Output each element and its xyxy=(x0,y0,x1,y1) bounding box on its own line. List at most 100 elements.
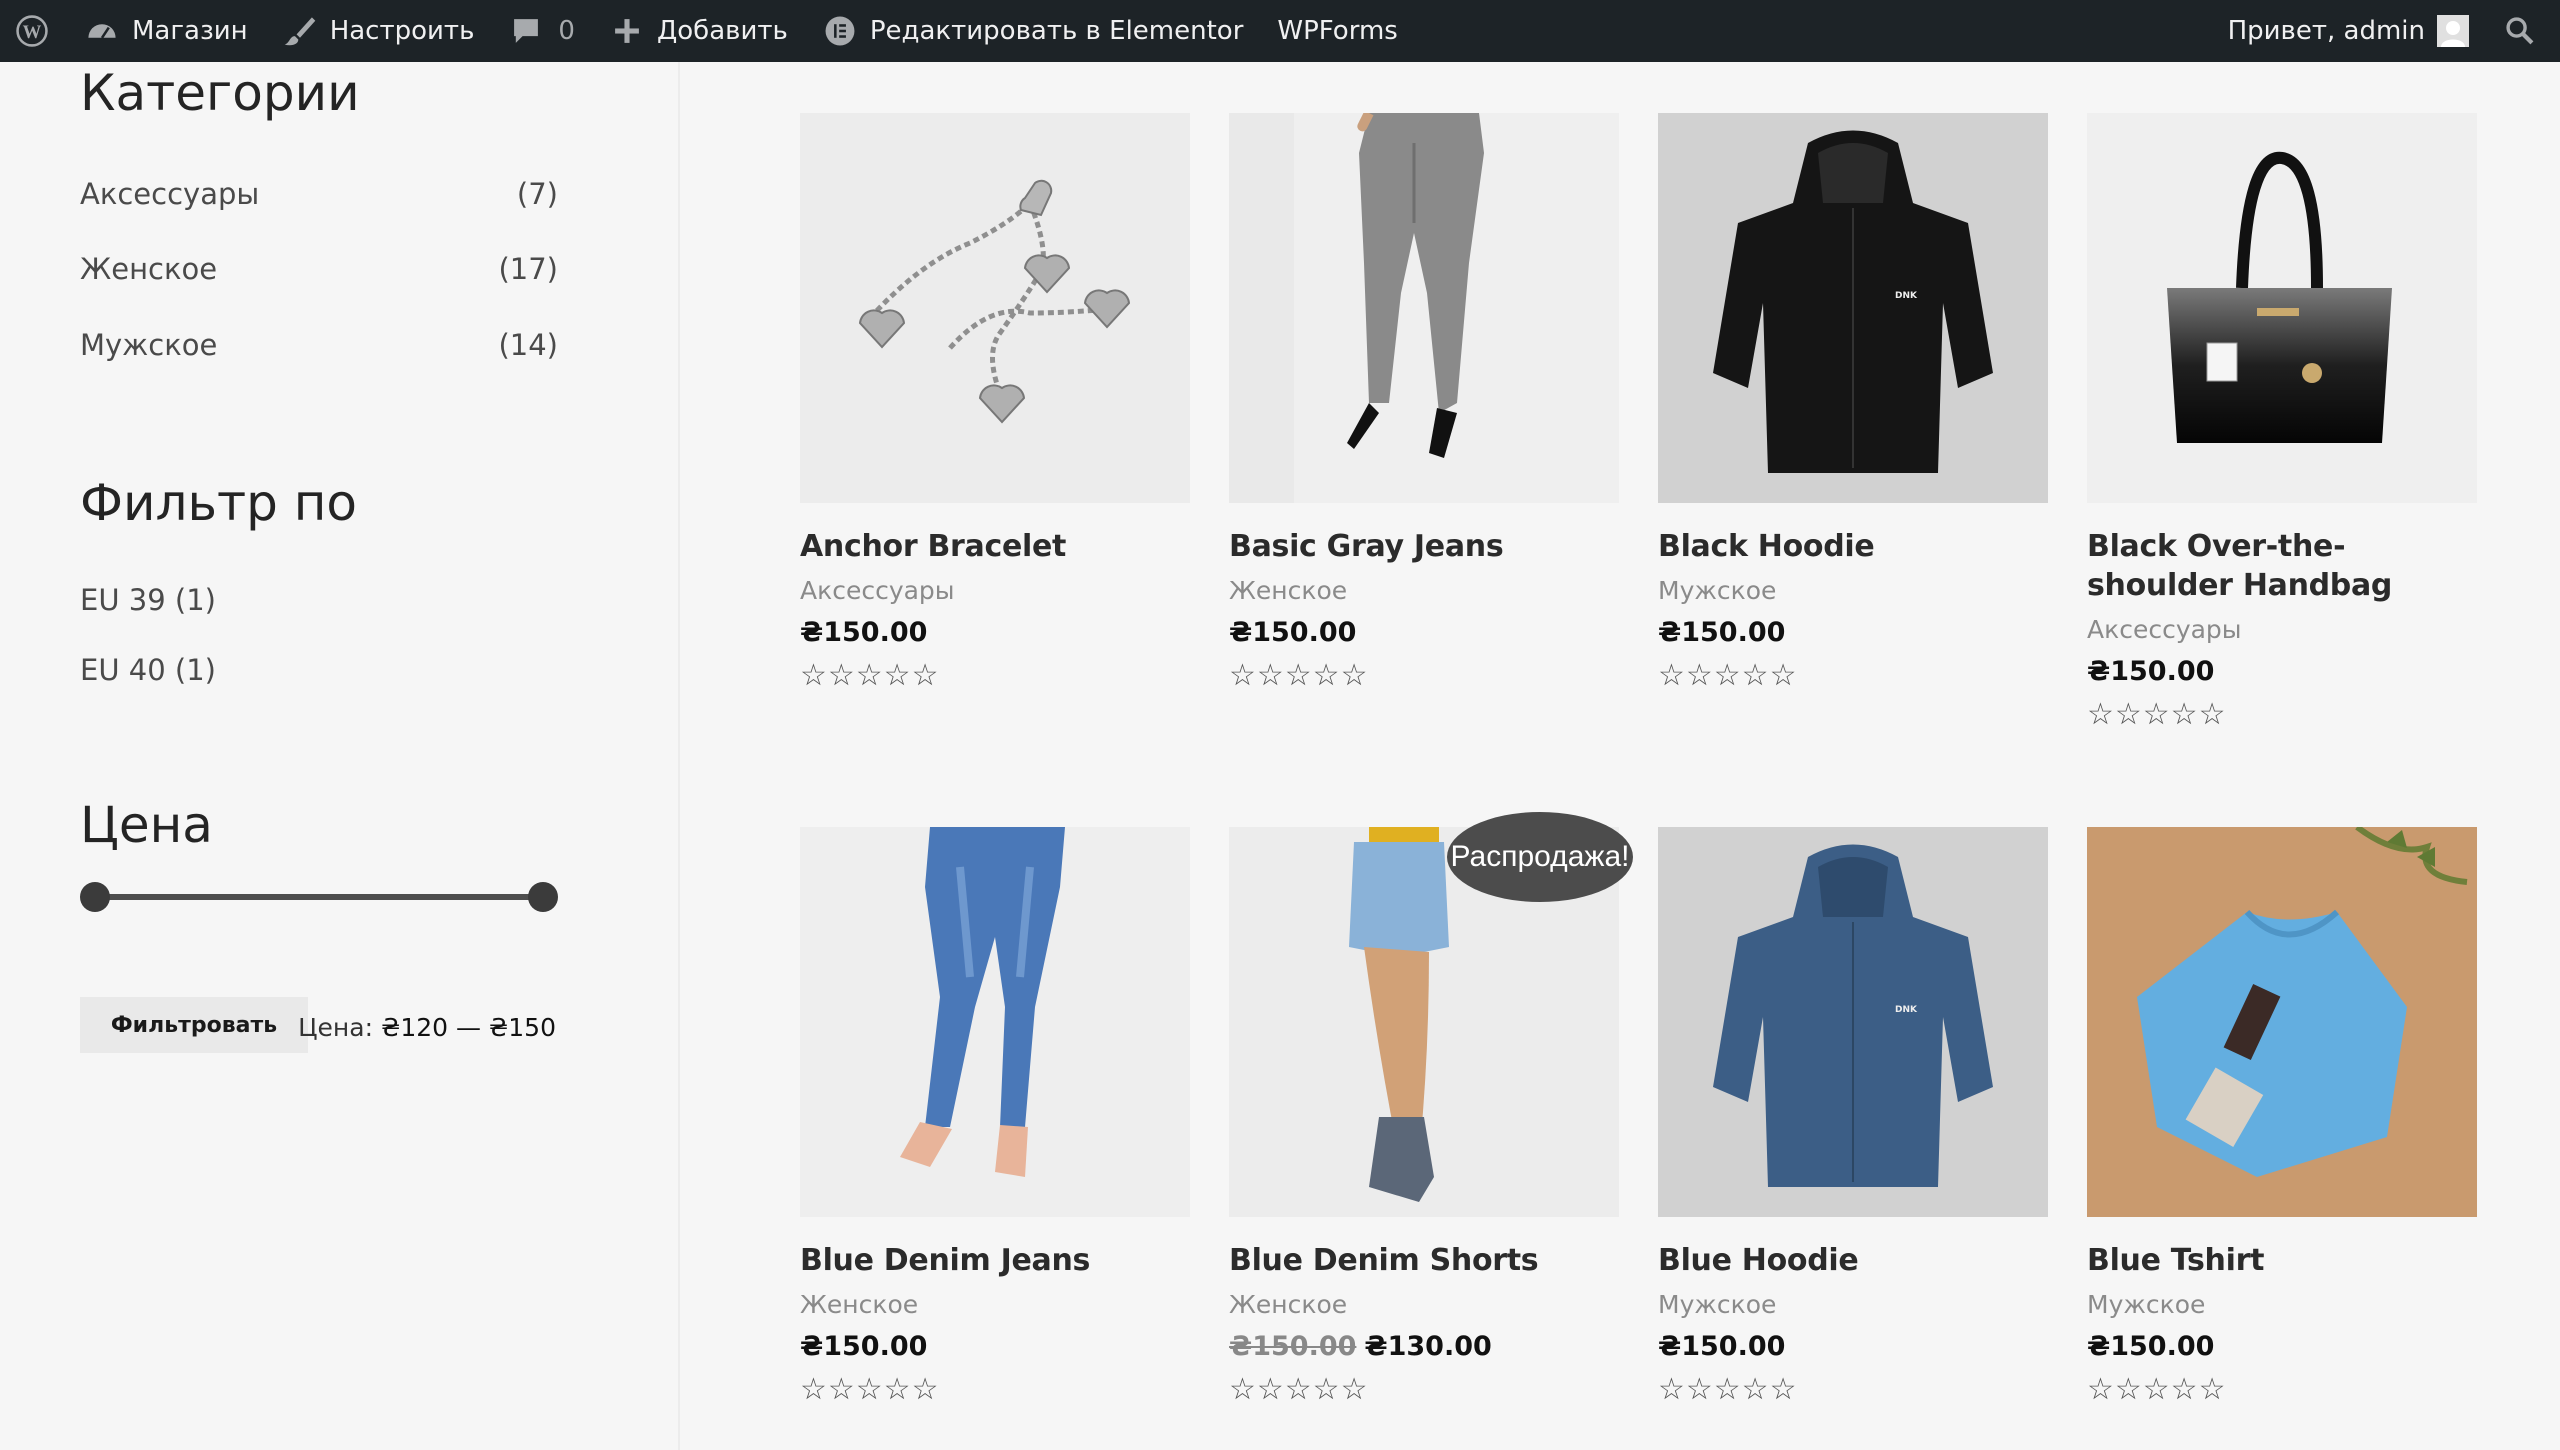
category-count: (17) xyxy=(498,252,558,286)
category-item-men[interactable]: Мужское (14) xyxy=(80,328,558,362)
search-icon xyxy=(2502,13,2538,49)
product-category: Женское xyxy=(1229,576,1348,605)
product-card[interactable]: Basic Gray Jeans Женское ₴150.00 ☆☆☆☆☆ xyxy=(1229,113,1619,693)
product-image[interactable]: DNK xyxy=(1658,827,2048,1217)
product-image[interactable] xyxy=(2087,827,2477,1217)
category-count: (14) xyxy=(498,328,558,362)
price-old: ₴150.00 xyxy=(1229,1331,1357,1362)
product-title[interactable]: Blue Hoodie xyxy=(1658,1241,2048,1280)
product-card[interactable]: Blue Tshirt Мужское ₴150.00 ☆☆☆☆☆ xyxy=(2087,827,2477,1407)
product-title[interactable]: Blue Tshirt xyxy=(2087,1241,2477,1280)
star-rating: ☆☆☆☆☆ xyxy=(1658,658,1798,693)
price-current: ₴150.00 xyxy=(1658,617,1786,648)
wordpress-logo-button[interactable]: W xyxy=(0,0,67,62)
product-category: Мужское xyxy=(1658,1290,1777,1319)
sale-badge: Распродажа! xyxy=(1447,812,1633,902)
category-label[interactable]: Аксессуары xyxy=(80,177,259,211)
product-card[interactable]: Blue Denim Shorts Женское ₴150.00 ₴130.00… xyxy=(1229,827,1619,1407)
star-rating: ☆☆☆☆☆ xyxy=(800,1372,940,1407)
price-slider[interactable] xyxy=(80,882,558,912)
product-card[interactable]: DNK Black Hoodie Мужское ₴150.00 ☆☆☆☆☆ xyxy=(1658,113,2048,693)
price-current: ₴150.00 xyxy=(2087,656,2215,687)
wpforms-label: WPForms xyxy=(1277,16,1398,46)
wpforms-menu[interactable]: WPForms xyxy=(1260,0,1414,62)
svg-text:W: W xyxy=(23,22,42,43)
star-rating: ☆☆☆☆☆ xyxy=(2087,1372,2227,1407)
category-label[interactable]: Мужское xyxy=(80,328,217,362)
product-category: Аксессуары xyxy=(800,576,955,605)
product-title[interactable]: Black Hoodie xyxy=(1658,527,2048,566)
product-price: ₴150.00 xyxy=(2087,656,2477,687)
customize-menu[interactable]: Настроить xyxy=(265,0,492,62)
product-price: ₴150.00 ₴130.00 xyxy=(1229,1331,1619,1362)
star-rating: ☆☆☆☆☆ xyxy=(1229,1372,1369,1407)
product-category: Женское xyxy=(800,1290,919,1319)
product-grid: Anchor Bracelet Аксессуары ₴150.00 ☆☆☆☆☆… xyxy=(680,62,2560,1450)
price-current: ₴150.00 xyxy=(800,1331,928,1362)
product-card[interactable]: Black Over-the-shoulder Handbag Аксессуа… xyxy=(2087,113,2477,732)
categories-title: Категории xyxy=(80,64,360,122)
category-item-women[interactable]: Женское (17) xyxy=(80,252,558,286)
star-rating: ☆☆☆☆☆ xyxy=(800,658,940,693)
filter-title: Фильтр по xyxy=(80,474,358,532)
star-rating: ☆☆☆☆☆ xyxy=(2087,697,2227,732)
shop-label: Магазин xyxy=(132,16,248,46)
product-card[interactable]: Anchor Bracelet Аксессуары ₴150.00 ☆☆☆☆☆ xyxy=(800,113,1190,693)
product-image[interactable] xyxy=(1229,113,1619,503)
product-card[interactable]: Blue Denim Jeans Женское ₴150.00 ☆☆☆☆☆ xyxy=(800,827,1190,1407)
elementor-icon xyxy=(822,13,858,49)
star-rating: ☆☆☆☆☆ xyxy=(1658,1372,1798,1407)
category-label[interactable]: Женское xyxy=(80,252,217,286)
product-price: ₴150.00 xyxy=(1658,617,2048,648)
product-title[interactable]: Basic Gray Jeans xyxy=(1229,527,1619,566)
product-price: ₴150.00 xyxy=(800,617,1190,648)
product-image[interactable] xyxy=(800,827,1190,1217)
product-title[interactable]: Blue Denim Shorts xyxy=(1229,1241,1619,1280)
brush-icon xyxy=(282,13,318,49)
price-slider-min-handle[interactable] xyxy=(80,882,110,912)
shop-menu[interactable]: Магазин xyxy=(67,0,265,62)
product-image[interactable] xyxy=(800,113,1190,503)
elementor-menu[interactable]: Редактировать в Elementor xyxy=(805,0,1261,62)
greeting-label: Привет, admin xyxy=(2227,16,2425,46)
price-current: ₴150.00 xyxy=(1658,1331,1786,1362)
product-category: Мужское xyxy=(2087,1290,2206,1319)
product-image[interactable] xyxy=(2087,113,2477,503)
account-menu[interactable]: Привет, admin xyxy=(2211,0,2485,62)
product-price: ₴150.00 xyxy=(1229,617,1619,648)
add-new-menu[interactable]: Добавить xyxy=(592,0,805,62)
price-slider-max-handle[interactable] xyxy=(528,882,558,912)
product-price: ₴150.00 xyxy=(800,1331,1190,1362)
price-slider-track xyxy=(94,894,544,900)
price-current: ₴150.00 xyxy=(1229,617,1357,648)
price-range-value: ₴120 — ₴150 xyxy=(380,1013,556,1042)
hoodie-logo: DNK xyxy=(1895,291,1918,301)
product-price: ₴150.00 xyxy=(1658,1331,2048,1362)
elementor-label: Редактировать в Elementor xyxy=(869,16,1244,46)
product-card[interactable]: DNK Blue Hoodie Мужское ₴150.00 ☆☆☆☆☆ xyxy=(1658,827,2048,1407)
product-price: ₴150.00 xyxy=(2087,1331,2477,1362)
product-category: Аксессуары xyxy=(2087,615,2242,644)
search-button[interactable] xyxy=(2485,0,2560,62)
product-category: Мужское xyxy=(1658,576,1777,605)
star-rating: ☆☆☆☆☆ xyxy=(1229,658,1369,693)
dashboard-icon xyxy=(84,13,120,49)
category-item-accessories[interactable]: Аксессуары (7) xyxy=(80,177,558,211)
add-new-label: Добавить xyxy=(656,16,788,46)
product-image[interactable]: DNK xyxy=(1658,113,2048,503)
price-title: Цена xyxy=(80,796,213,854)
price-prefix: Цена: xyxy=(298,1013,374,1042)
sidebar: Категории Аксессуары (7) Женское (17) Му… xyxy=(0,62,680,1450)
comment-icon xyxy=(508,13,544,49)
filter-item-eu39[interactable]: EU 39 (1) xyxy=(80,583,216,617)
product-title[interactable]: Black Over-the-shoulder Handbag xyxy=(2087,527,2477,605)
product-title[interactable]: Blue Denim Jeans xyxy=(800,1241,1190,1280)
filter-button[interactable]: Фильтровать xyxy=(80,997,308,1053)
filter-item-eu40[interactable]: EU 40 (1) xyxy=(80,653,216,687)
comments-menu[interactable]: 0 xyxy=(491,0,592,62)
category-count: (7) xyxy=(516,177,558,211)
wordpress-icon: W xyxy=(14,13,50,49)
product-title[interactable]: Anchor Bracelet xyxy=(800,527,1190,566)
hoodie-logo: DNK xyxy=(1895,1005,1918,1015)
price-current: ₴150.00 xyxy=(800,617,928,648)
